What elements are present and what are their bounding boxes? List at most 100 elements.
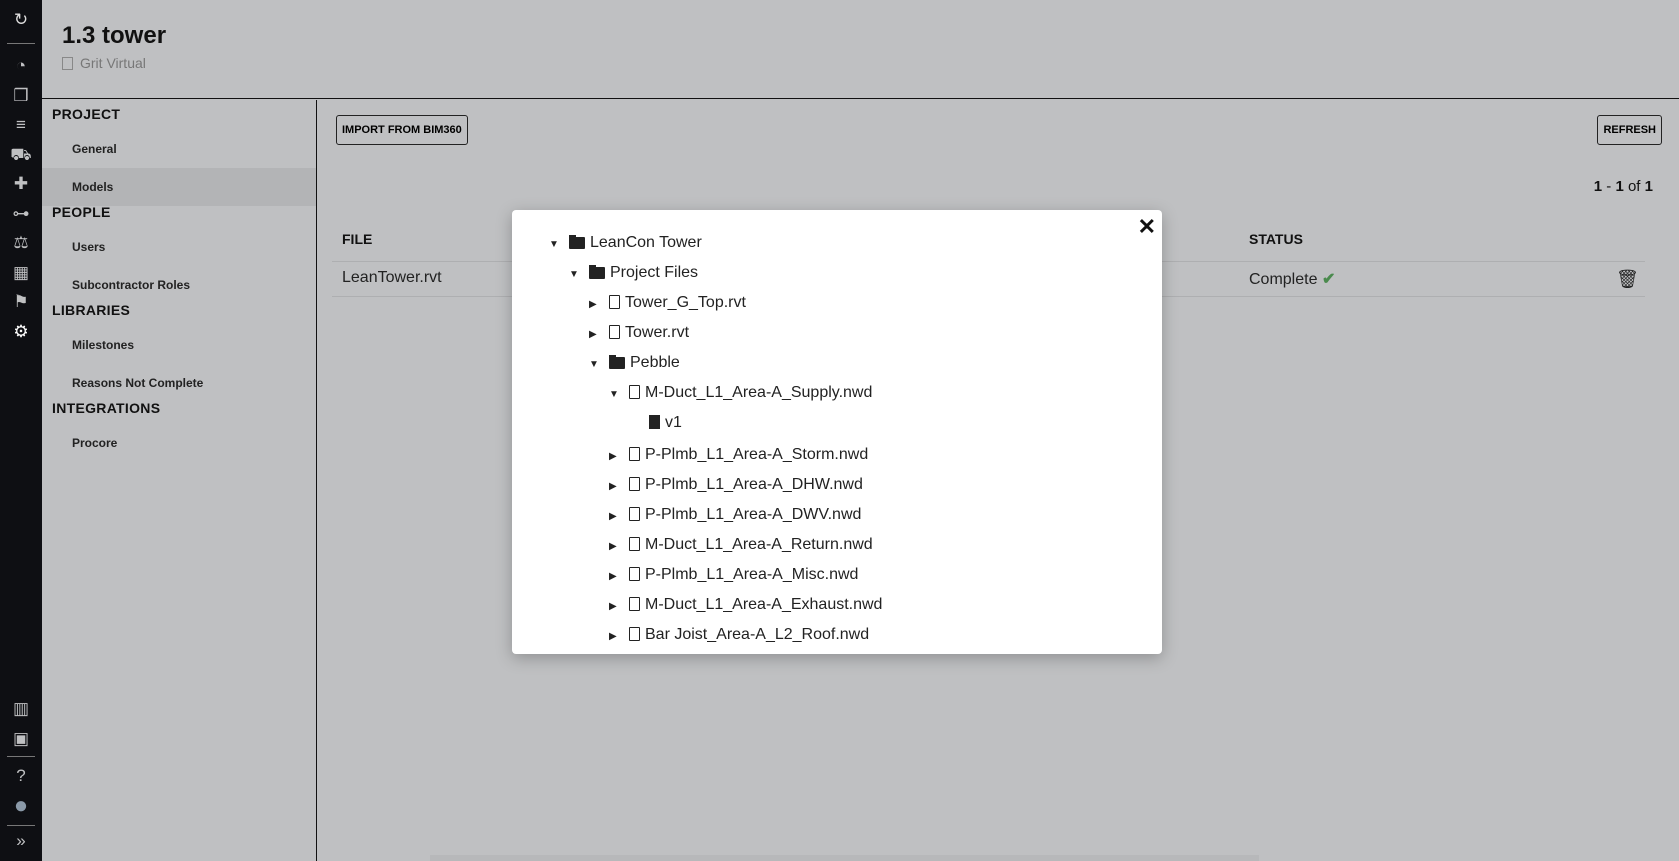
tree-node[interactable]: ▶ Tower_G_Top.rvt bbox=[589, 288, 746, 318]
hierarchy-icon[interactable]: ⊶ bbox=[9, 203, 33, 225]
nav-item-subcontractor-roles[interactable]: Subcontractor Roles bbox=[42, 266, 316, 304]
nav-section-integrations: INTEGRATIONS bbox=[52, 400, 161, 416]
cubes-icon[interactable]: ❒ bbox=[9, 85, 33, 107]
tree-node-label[interactable]: M-Duct_L1_Area-A_Supply.nwd bbox=[645, 384, 872, 401]
tree-node-label[interactable]: M-Duct_L1_Area-A_Return.nwd bbox=[645, 536, 873, 553]
project-company: Grit Virtual bbox=[62, 55, 146, 71]
contact-card-icon[interactable]: ▣ bbox=[9, 728, 33, 750]
check-icon: ✔ bbox=[1321, 271, 1336, 288]
tree-node[interactable]: ▶ Bar Joist_Area-A_L2_Roof.nwd bbox=[609, 620, 869, 650]
flag-checkered-icon[interactable]: ⚑ bbox=[9, 291, 33, 313]
file-icon bbox=[609, 295, 620, 309]
tree-node-label[interactable]: P-Plmb_L1_Area-A_DWV.nwd bbox=[645, 506, 861, 523]
caret-down-icon[interactable]: ▼ bbox=[589, 350, 609, 380]
tree-node[interactable]: ▶ P-Plmb_L1_Area-A_DHW.nwd bbox=[609, 470, 863, 500]
tree-node[interactable]: ▶ P-Plmb_L1_Area-A_Storm.nwd bbox=[609, 440, 868, 470]
list-icon[interactable]: ≡ bbox=[9, 114, 33, 136]
folder-icon bbox=[569, 235, 585, 249]
tree-node[interactable]: ▼ LeanCon Tower bbox=[549, 228, 702, 258]
tree-node-label[interactable]: v1 bbox=[665, 414, 682, 431]
tree-node-label[interactable]: P-Plmb_L1_Area-A_Misc.nwd bbox=[645, 566, 858, 583]
tree-node[interactable]: ▼ Project Files bbox=[569, 258, 698, 288]
page-header: 1.3 tower Grit Virtual bbox=[42, 0, 1679, 99]
dolly-icon[interactable]: ⛟ bbox=[9, 144, 33, 166]
caret-right-icon[interactable]: ▶ bbox=[609, 562, 629, 592]
tree-node[interactable]: v1 bbox=[629, 408, 682, 438]
nav-section-people: PEOPLE bbox=[52, 204, 111, 220]
caret-down-icon[interactable]: ▼ bbox=[569, 260, 589, 290]
app-rail: ↻ ◔ ❒ ≡ ⛟ ✚ ⊶ ⚖ ▦ ⚑ ⚙ ▥ ▣? ● » bbox=[0, 0, 42, 861]
caret-right-icon[interactable]: ▶ bbox=[609, 532, 629, 562]
folder-icon bbox=[589, 265, 605, 279]
company-name: Grit Virtual bbox=[80, 55, 146, 71]
caret-right-icon[interactable]: ▶ bbox=[609, 622, 629, 652]
file-icon bbox=[629, 627, 640, 641]
nav-item-milestones[interactable]: Milestones bbox=[42, 326, 316, 364]
divider bbox=[7, 825, 35, 826]
divider bbox=[7, 756, 35, 757]
puzzle-icon[interactable]: ✚ bbox=[9, 173, 33, 195]
building-icon[interactable]: ▥ bbox=[9, 698, 33, 720]
caret-right-icon[interactable]: ▶ bbox=[609, 592, 629, 622]
file-icon bbox=[629, 477, 640, 491]
tree-node[interactable]: ▶ M-Duct_L1_Area-A_Exhaust.nwd bbox=[609, 590, 882, 620]
nav-item-users[interactable]: Users bbox=[42, 228, 316, 266]
avatar[interactable]: ● bbox=[9, 794, 33, 818]
tree-node-label[interactable]: P-Plmb_L1_Area-A_Storm.nwd bbox=[645, 446, 868, 463]
caret-down-icon[interactable]: ▼ bbox=[549, 230, 569, 260]
bim360-import-modal: ✕ ▼ LeanCon Tower ▼ Project Files ▶ Tower_G_T… bbox=[512, 210, 1162, 654]
status-text: Complete bbox=[1249, 271, 1318, 288]
trash-icon[interactable]: 🗑 bbox=[1616, 269, 1639, 290]
settings-nav: PROJECT General Models PEOPLE Users Subcontra… bbox=[42, 100, 317, 861]
contact-card-icon bbox=[62, 57, 73, 70]
nav-item-procore[interactable]: Procore bbox=[42, 424, 316, 462]
tree-node[interactable]: ▶ Tower.rvt bbox=[589, 318, 689, 348]
tree-node[interactable]: ▶ P-Plmb_L1_Area-A_DWV.nwd bbox=[609, 500, 861, 530]
expand-icon[interactable]: » bbox=[9, 830, 33, 852]
help-icon[interactable]: ? bbox=[9, 765, 33, 787]
tree-node-label[interactable]: M-Duct_L1_Area-A_Exhaust.nwd bbox=[645, 596, 882, 613]
caret-right-icon[interactable]: ▶ bbox=[609, 502, 629, 532]
status-cell: Complete ✔ bbox=[1249, 269, 1335, 289]
tree-node[interactable]: ▼ M-Duct_L1_Area-A_Supply.nwd bbox=[609, 378, 872, 408]
tree-node-label[interactable]: P-Plmb_L1_Area-A_DHW.nwd bbox=[645, 476, 863, 493]
file-icon bbox=[649, 415, 660, 429]
column-header-file[interactable]: FILE bbox=[342, 231, 372, 247]
caret-right-icon[interactable]: ▶ bbox=[589, 320, 609, 350]
file-name: LeanTower.rvt bbox=[342, 269, 442, 286]
file-icon bbox=[629, 597, 640, 611]
calendar-icon[interactable]: ▦ bbox=[9, 262, 33, 284]
file-icon bbox=[609, 325, 620, 339]
tree-node[interactable]: ▼ Pebble bbox=[589, 348, 680, 378]
file-icon bbox=[629, 507, 640, 521]
tree-node-label[interactable]: Tower.rvt bbox=[625, 324, 689, 341]
caret-right-icon[interactable]: ▶ bbox=[589, 290, 609, 320]
nav-item-models[interactable]: Models bbox=[42, 168, 316, 206]
nav-section-libraries: LIBRARIES bbox=[52, 302, 131, 318]
file-icon bbox=[629, 567, 640, 581]
tree-node-label[interactable]: Project Files bbox=[610, 264, 698, 281]
caret-right-icon[interactable]: ▶ bbox=[609, 472, 629, 502]
backdrop-shadow bbox=[430, 855, 1259, 861]
import-from-bim360-button[interactable]: IMPORT FROM BIM360 bbox=[336, 115, 468, 145]
pager-start: 1 bbox=[1593, 178, 1603, 195]
tree-node-label[interactable]: Bar Joist_Area-A_L2_Roof.nwd bbox=[645, 626, 869, 643]
balance-scale-icon[interactable]: ⚖ bbox=[9, 232, 33, 254]
nav-item-reasons-not-complete[interactable]: Reasons Not Complete bbox=[42, 364, 316, 402]
column-header-status[interactable]: STATUS bbox=[1249, 231, 1303, 247]
caret-down-icon[interactable]: ▼ bbox=[609, 380, 629, 410]
logo-icon[interactable]: ↻ bbox=[9, 9, 33, 31]
nav-item-general[interactable]: General bbox=[42, 130, 316, 168]
tree-node-label[interactable]: Tower_G_Top.rvt bbox=[625, 294, 746, 311]
tree-node[interactable]: ▶ P-Plmb_L1_Area-A_Misc.nwd bbox=[609, 560, 858, 590]
tree-node-label[interactable]: LeanCon Tower bbox=[590, 234, 702, 251]
close-icon[interactable]: ✕ bbox=[1138, 214, 1156, 240]
dashboard-icon[interactable]: ◔ bbox=[9, 55, 33, 77]
refresh-button[interactable]: REFRESH bbox=[1597, 115, 1662, 145]
gear-icon[interactable]: ⚙ bbox=[9, 321, 33, 343]
caret-right-icon[interactable]: ▶ bbox=[609, 442, 629, 472]
file-icon bbox=[629, 537, 640, 551]
tree-node-label[interactable]: Pebble bbox=[630, 354, 680, 371]
tree-node[interactable]: ▶ M-Duct_L1_Area-A_Return.nwd bbox=[609, 530, 873, 560]
pager-sep: - bbox=[1602, 178, 1616, 195]
